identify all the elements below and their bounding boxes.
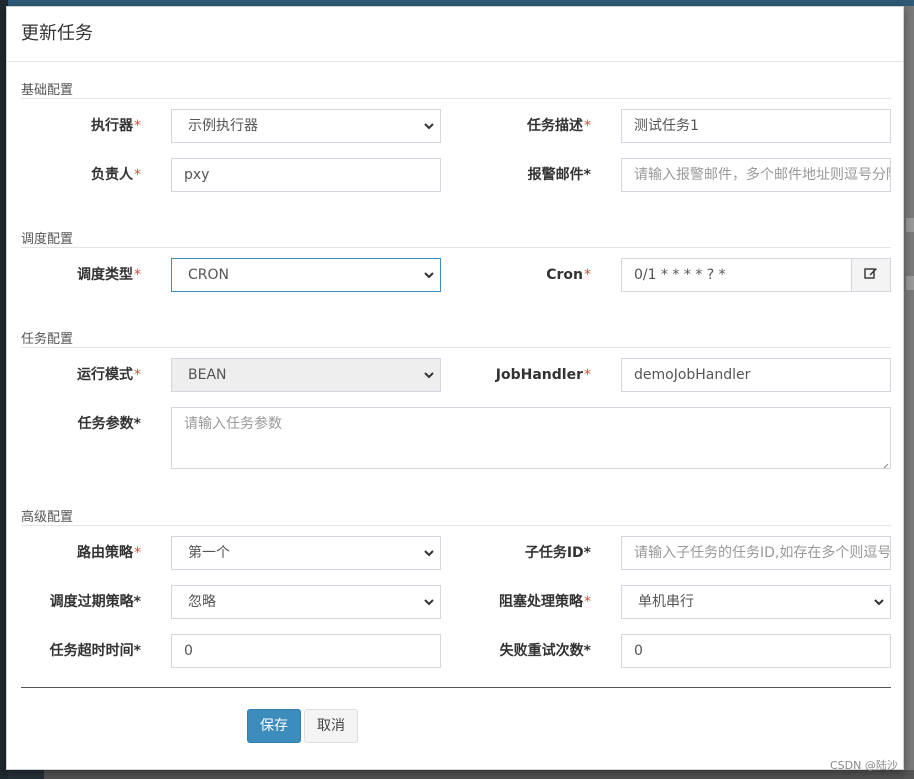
timeout-label: 任务超时时间* [49,643,141,659]
child-job-id-label: 子任务ID* [524,545,591,561]
resize-handle-icon[interactable] [880,458,889,468]
chevron-down-icon [422,586,436,618]
misfire-strategy-label: 调度过期策略* [49,594,141,610]
alarm-email-label: 报警邮件* [527,167,591,183]
route-strategy-select[interactable]: 第一个 [171,536,441,570]
job-desc-input[interactable]: 测试任务1 [621,109,891,143]
modal-header: 更新任务 [7,7,903,62]
author-input[interactable]: pxy [171,158,441,192]
job-param-textarea[interactable]: 请输入任务参数 [171,407,891,469]
alarm-email-input[interactable]: 请输入报警邮件，多个邮件地址则逗号分隔 [621,158,891,192]
schedule-type-select[interactable]: CRON [171,258,441,292]
cron-input[interactable]: 0/1 * * * * ? * [621,258,852,292]
section-divider [21,98,891,99]
schedule-type-label: 调度类型* [77,267,141,283]
misfire-strategy-select[interactable]: 忽略 [171,585,441,619]
section-title-advanced: 高级配置 [21,510,74,525]
watermark: CSDN @陆沙 [830,759,898,772]
section-title-schedule: 调度配置 [21,232,74,247]
cron-label: Cron* [546,267,591,283]
save-button[interactable]: 保存 [247,709,301,743]
fail-retry-label: 失败重试次数* [499,643,591,659]
background-footer [8,770,914,779]
child-job-id-input[interactable]: 请输入子任务的任务ID,如存在多个则逗号分隔 [621,536,891,570]
section-divider [21,525,891,526]
cron-edit-button[interactable] [851,258,891,292]
chevron-down-icon [422,110,436,142]
job-param-label: 任务参数* [77,416,141,432]
edit-icon [864,267,878,284]
glue-type-select: BEAN [171,358,441,392]
background-content [904,6,914,779]
chevron-down-icon [422,359,436,391]
route-strategy-label: 路由策略* [77,545,141,561]
fail-retry-input[interactable]: 0 [621,634,891,668]
timeout-input[interactable]: 0 [171,634,441,668]
section-title-basic: 基础配置 [21,83,74,98]
job-handler-input[interactable]: demoJobHandler [621,358,891,392]
modal-title: 更新任务 [21,23,93,44]
chevron-down-icon [872,586,886,618]
block-strategy-label: 阻塞处理策略* [499,594,591,610]
block-strategy-select[interactable]: 单机串行 [621,585,891,619]
cancel-button[interactable]: 取消 [304,709,358,743]
job-desc-label: 任务描述* [527,118,591,134]
form-footer-divider [21,687,891,688]
job-handler-label: JobHandler* [495,367,591,383]
author-label: 负责人* [91,167,141,183]
section-divider [21,247,891,248]
section-title-task: 任务配置 [21,332,74,347]
executor-label: 执行器* [91,118,141,134]
update-task-modal: 更新任务 基础配置 执行器* 示例执行器 任务描述* 测试任务1 负责人* px… [6,6,904,770]
chevron-down-icon [422,537,436,569]
executor-select[interactable]: 示例执行器 [171,109,441,143]
glue-type-label: 运行模式* [77,367,141,383]
section-divider [21,347,891,348]
chevron-down-icon [422,259,436,291]
